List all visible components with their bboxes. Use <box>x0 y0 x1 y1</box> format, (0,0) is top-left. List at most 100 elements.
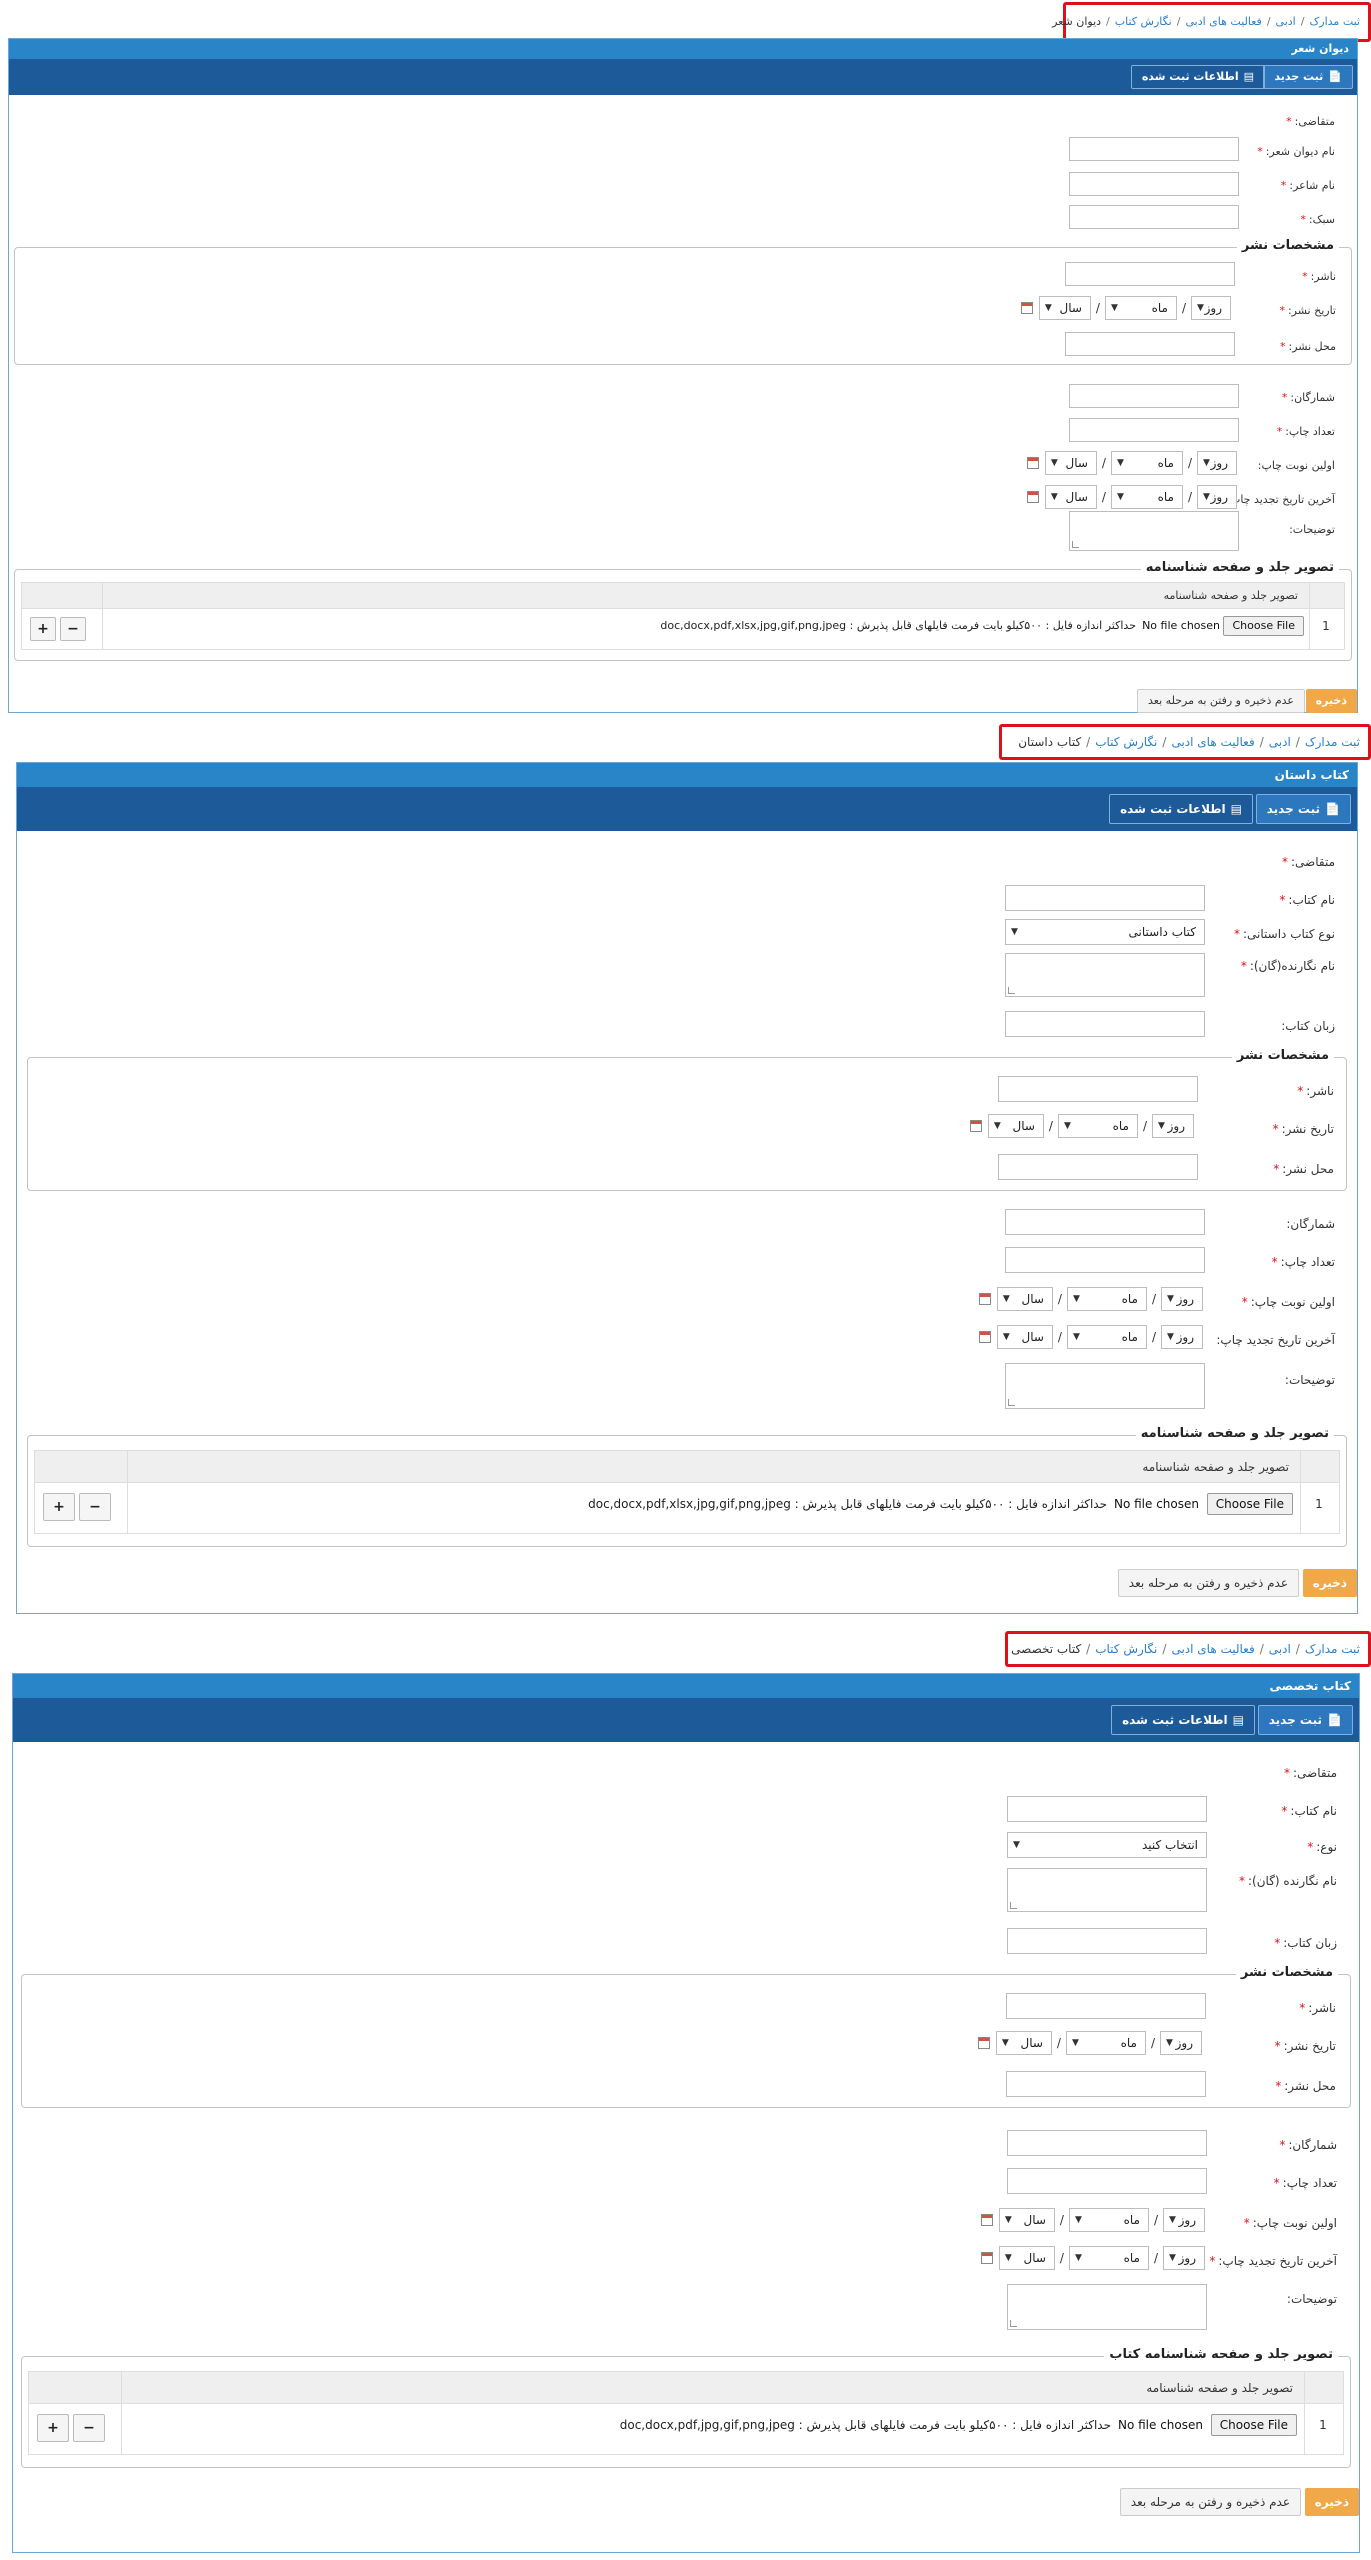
add-row-button[interactable]: + <box>43 1493 75 1521</box>
pubplace-input[interactable] <box>1065 332 1235 356</box>
description-textarea[interactable] <box>1069 511 1239 551</box>
print-count-input[interactable] <box>1069 418 1239 442</box>
chevron-down-icon: ▼ <box>1158 1121 1165 1131</box>
circulation-input[interactable] <box>1069 384 1239 408</box>
day-select[interactable]: روز ▼ <box>1197 451 1237 475</box>
calendar-icon[interactable] <box>978 1293 991 1305</box>
tab-new-entry[interactable]: 📄ثبت جدید <box>1255 794 1351 824</box>
save-button[interactable]: ذخیره <box>1302 1569 1357 1597</box>
calendar-icon[interactable] <box>978 1331 991 1343</box>
remove-row-button[interactable]: − <box>60 617 86 641</box>
breadcrumb-link-book-writing[interactable]: نگارش کتاب <box>1095 735 1157 749</box>
breadcrumb-link-book-writing[interactable]: نگارش کتاب <box>1095 1642 1157 1656</box>
calendar-icon[interactable] <box>980 2252 993 2264</box>
calendar-icon[interactable] <box>977 2037 990 2049</box>
style-input[interactable] <box>1069 205 1239 229</box>
breadcrumb-link-documents[interactable]: ثبت مدارک <box>1305 735 1360 749</box>
month-select[interactable]: ماه ▼ <box>1066 1325 1147 1349</box>
author-textarea[interactable] <box>1007 1868 1207 1912</box>
month-select[interactable]: ماه ▼ <box>1068 2246 1149 2270</box>
breadcrumb-link-literary[interactable]: ادبی <box>1276 15 1296 28</box>
calendar-icon[interactable] <box>1026 491 1039 503</box>
save-button[interactable]: ذخیره <box>1305 689 1357 713</box>
add-row-button[interactable]: + <box>30 617 56 641</box>
month-select[interactable]: ماه ▼ <box>1104 296 1177 320</box>
save-button[interactable]: ذخیره <box>1304 2488 1359 2516</box>
remove-row-button[interactable]: − <box>79 1493 111 1521</box>
choose-file-button[interactable]: Choose File <box>1223 616 1304 636</box>
publisher-input[interactable] <box>1065 262 1235 286</box>
breadcrumb-link-literary-activities[interactable]: فعالیت های ادبی <box>1171 735 1254 749</box>
tab-registered-info[interactable]: ▤اطلاعات ثبت شده <box>1111 1705 1255 1735</box>
month-select[interactable]: ماه ▼ <box>1110 451 1183 475</box>
year-select[interactable]: سال ▼ <box>998 2246 1055 2270</box>
add-row-button[interactable]: + <box>37 2414 69 2442</box>
skip-button[interactable]: عدم ذخیره و رفتن به مرحله بعد <box>1117 1569 1299 1597</box>
pubplace-input[interactable] <box>998 1154 1198 1180</box>
month-select[interactable]: ماه ▼ <box>1057 1114 1138 1138</box>
skip-button[interactable]: عدم ذخیره و رفتن به مرحله بعد <box>1119 2488 1301 2516</box>
year-select[interactable]: سال ▼ <box>1038 296 1091 320</box>
tab-new-entry[interactable]: 📄ثبت جدید <box>1257 1705 1353 1735</box>
pubplace-input[interactable] <box>1006 2071 1206 2097</box>
calendar-icon[interactable] <box>1020 302 1033 314</box>
breadcrumb-link-documents[interactable]: ثبت مدارک <box>1309 15 1360 28</box>
year-select[interactable]: سال ▼ <box>1044 485 1097 509</box>
breadcrumb-link-literary[interactable]: ادبی <box>1269 1642 1291 1656</box>
tab-registered-info[interactable]: ▤اطلاعات ثبت شده <box>1130 65 1265 89</box>
day-select[interactable]: روز ▼ <box>1152 1114 1194 1138</box>
print-count-input[interactable] <box>1005 1247 1205 1273</box>
chevron-down-icon: ▼ <box>1013 1840 1020 1850</box>
year-select[interactable]: سال ▼ <box>996 1325 1053 1349</box>
year-select[interactable]: سال ▼ <box>995 2031 1052 2055</box>
circulation-input[interactable] <box>1007 2130 1207 2156</box>
breadcrumb-link-documents[interactable]: ثبت مدارک <box>1305 1642 1360 1656</box>
year-select[interactable]: سال ▼ <box>998 2208 1055 2232</box>
remove-row-button[interactable]: − <box>73 2414 105 2442</box>
breadcrumb-link-literary[interactable]: ادبی <box>1269 735 1291 749</box>
book-type-select[interactable]: کتاب داستانی ▼ <box>1005 919 1205 945</box>
skip-button[interactable]: عدم ذخیره و رفتن به مرحله بعد <box>1137 689 1305 713</box>
row-number: 1 <box>1322 619 1330 633</box>
day-select[interactable]: روز ▼ <box>1191 296 1231 320</box>
day-select[interactable]: روز ▼ <box>1161 1287 1203 1311</box>
language-input[interactable] <box>1007 1928 1207 1954</box>
choose-file-button[interactable]: Choose File <box>1206 1493 1293 1515</box>
calendar-icon[interactable] <box>1026 457 1039 469</box>
day-select[interactable]: روز ▼ <box>1161 1325 1203 1349</box>
month-select[interactable]: ماه ▼ <box>1068 2208 1149 2232</box>
panel-title: دیوان شعر <box>9 39 1357 59</box>
calendar-icon[interactable] <box>969 1120 982 1132</box>
year-select[interactable]: سال ▼ <box>1044 451 1097 475</box>
circulation-input[interactable] <box>1005 1209 1205 1235</box>
choose-file-button[interactable]: Choose File <box>1210 2414 1297 2436</box>
breadcrumb-link-book-writing[interactable]: نگارش کتاب <box>1115 15 1172 28</box>
breadcrumb-link-literary-activities[interactable]: فعالیت های ادبی <box>1171 1642 1254 1656</box>
book-name-input[interactable] <box>1005 885 1205 911</box>
day-select[interactable]: روز ▼ <box>1197 485 1237 509</box>
poet-name-input[interactable] <box>1069 172 1239 196</box>
author-textarea[interactable] <box>1005 953 1205 997</box>
tab-registered-info[interactable]: ▤اطلاعات ثبت شده <box>1109 794 1253 824</box>
year-select[interactable]: سال ▼ <box>996 1287 1053 1311</box>
language-input[interactable] <box>1005 1011 1205 1037</box>
description-label: توضیحات: <box>1289 523 1335 536</box>
day-select[interactable]: روز ▼ <box>1163 2246 1205 2270</box>
description-textarea[interactable] <box>1007 2284 1207 2330</box>
month-select[interactable]: ماه ▼ <box>1065 2031 1146 2055</box>
day-select[interactable]: روز ▼ <box>1160 2031 1202 2055</box>
month-select[interactable]: ماه ▼ <box>1110 485 1183 509</box>
book-name-input[interactable] <box>1007 1796 1207 1822</box>
publisher-input[interactable] <box>998 1076 1198 1102</box>
day-select[interactable]: روز ▼ <box>1163 2208 1205 2232</box>
publisher-input[interactable] <box>1006 1993 1206 2019</box>
tab-new-entry[interactable]: 📄ثبت جدید <box>1263 65 1353 89</box>
print-count-input[interactable] <box>1007 2168 1207 2194</box>
month-select[interactable]: ماه ▼ <box>1066 1287 1147 1311</box>
type-select[interactable]: انتخاب کنید ▼ <box>1007 1832 1207 1858</box>
breadcrumb-link-literary-activities[interactable]: فعالیت های ادبی <box>1185 15 1261 28</box>
year-select[interactable]: سال ▼ <box>987 1114 1044 1138</box>
calendar-icon[interactable] <box>980 2214 993 2226</box>
description-textarea[interactable] <box>1005 1363 1205 1409</box>
divan-name-input[interactable] <box>1069 137 1239 161</box>
